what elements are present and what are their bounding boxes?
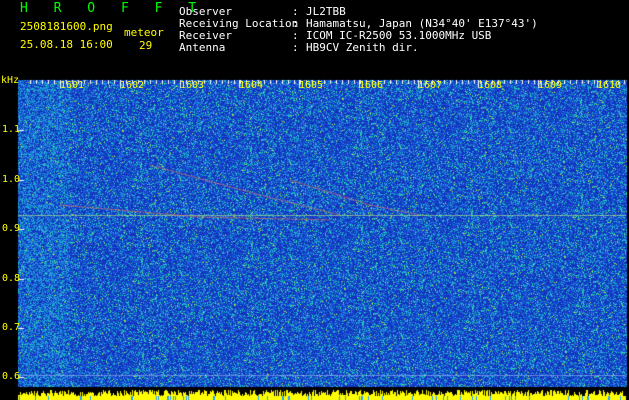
antenna-value: HB9CV Zenith dir. [306, 41, 419, 54]
y-tick-label: 0.9 [2, 223, 21, 234]
x-tick-label: 1610 [597, 80, 622, 91]
x-tick-label: 1604 [239, 80, 264, 91]
x-tick-label: 1602 [120, 80, 145, 91]
waterfall-spectrogram [0, 75, 629, 400]
y-tick-label: 0.8 [2, 273, 21, 284]
y-tick-label: 1.1 [2, 124, 21, 135]
x-tick-label: 1609 [538, 80, 563, 91]
antenna-label: Antenna [179, 41, 226, 54]
meteor-count: 29 [139, 39, 153, 52]
brand-title: H R O F F T [20, 1, 206, 16]
x-tick-label: 1606 [359, 80, 384, 91]
y-tick-label: 0.6 [2, 371, 21, 382]
x-tick-label: 1601 [60, 80, 85, 91]
frequency-unit-label: kHz [1, 75, 20, 86]
filename-label: 2508181600.png [20, 20, 113, 33]
meteor-label: meteor [124, 26, 164, 39]
x-tick-label: 1608 [478, 80, 503, 91]
header-panel: H R O F F T 2508181600.png 25.08.18 16:0… [0, 0, 629, 75]
x-tick-label: 1603 [180, 80, 205, 91]
antenna-sep: : [292, 41, 299, 54]
x-tick-label: 1607 [418, 80, 443, 91]
y-tick-label: 0.7 [2, 322, 21, 333]
datetime-label: 25.08.18 16:00 [20, 38, 113, 51]
y-tick-label: 1.0 [2, 174, 21, 185]
x-tick-label: 1605 [299, 80, 324, 91]
